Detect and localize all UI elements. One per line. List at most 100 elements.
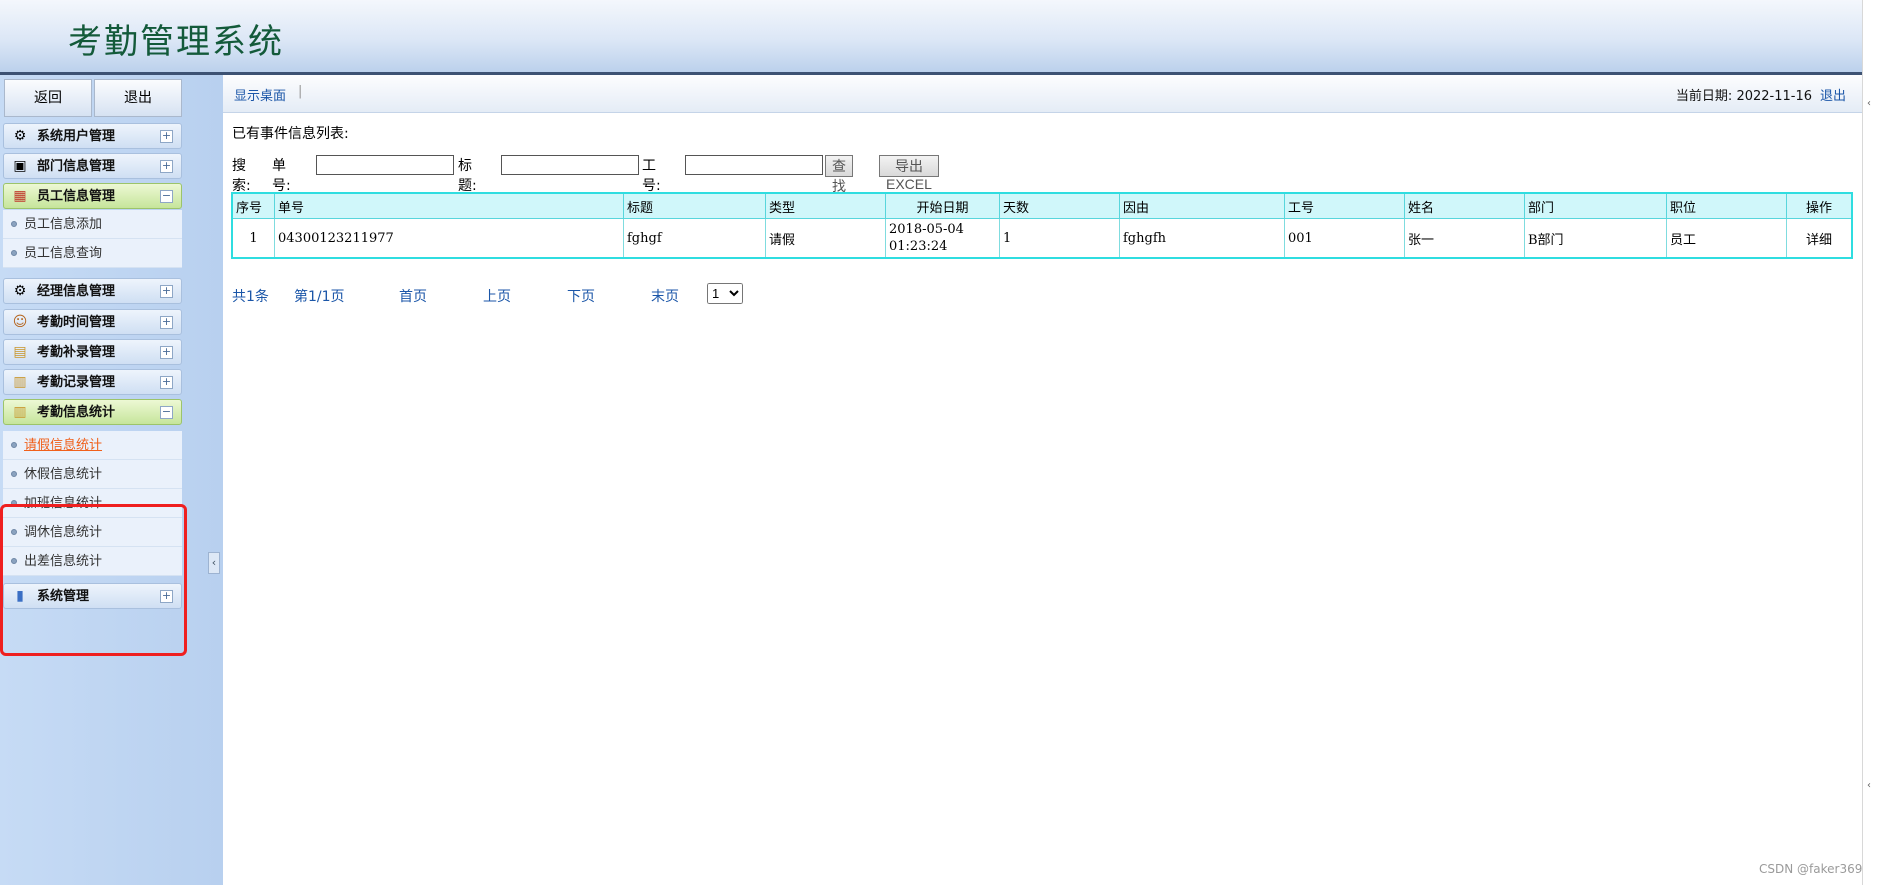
title-input[interactable] bbox=[501, 155, 639, 175]
chart-icon: ▮ bbox=[16, 588, 24, 604]
date-label: 当前日期: bbox=[1675, 89, 1733, 104]
collapse-icon[interactable]: − bbox=[160, 406, 173, 419]
total-count: 共1条 bbox=[232, 289, 269, 305]
sidebar: 返回 退出 ⚙ 系统用户管理 + ▣ 部门信息管理 + ▦ 员工信息管理 − 员… bbox=[0, 75, 223, 885]
column-header: 工号 bbox=[1284, 192, 1405, 219]
bullet-icon bbox=[11, 471, 17, 477]
menu-label: 经理信息管理 bbox=[37, 284, 116, 299]
collapse-icon[interactable]: − bbox=[160, 190, 173, 203]
list-title: 已有事件信息列表: bbox=[232, 126, 349, 142]
column-header: 因由 bbox=[1119, 192, 1285, 219]
gear-icon: ⚙ bbox=[13, 283, 27, 299]
expand-icon[interactable]: + bbox=[160, 285, 173, 298]
menu-label: 考勤信息统计 bbox=[37, 405, 116, 420]
back-button[interactable]: 返回 bbox=[4, 79, 92, 117]
menu-system-users[interactable]: ⚙ 系统用户管理 + bbox=[3, 123, 182, 149]
find-button[interactable]: 查找 bbox=[825, 155, 853, 194]
sidebar-item-employee-add[interactable]: 员工信息添加 bbox=[3, 210, 182, 239]
name-cell: 张一 bbox=[1404, 218, 1525, 259]
clipboard-icon: ▥ bbox=[13, 374, 27, 390]
column-header: 职位 bbox=[1666, 192, 1787, 219]
sidebar-item-label: 请假信息统计 bbox=[24, 438, 103, 453]
prev-page-link[interactable]: 上页 bbox=[483, 286, 511, 306]
user-icon: ☺ bbox=[12, 314, 28, 330]
sidebar-item-employee-query[interactable]: 员工信息查询 bbox=[3, 239, 182, 268]
order-no-input[interactable] bbox=[316, 155, 454, 175]
monitor-icon: ▣ bbox=[13, 158, 27, 174]
sidebar-item-leave-stats[interactable]: 请假信息统计 bbox=[3, 431, 182, 460]
staff-no-input[interactable] bbox=[685, 155, 823, 175]
menu-attendance-record[interactable]: ▥ 考勤记录管理 + bbox=[3, 369, 182, 395]
sidebar-item-label: 员工信息查询 bbox=[24, 246, 103, 261]
reason-cell: fghgfh bbox=[1119, 218, 1285, 259]
export-excel-button[interactable]: 导出EXCEL bbox=[879, 155, 939, 192]
expand-icon[interactable]: + bbox=[160, 376, 173, 389]
scrollbar[interactable]: ‹ ‹ bbox=[1862, 0, 1881, 885]
menu-label: 考勤时间管理 bbox=[37, 315, 116, 330]
menu-attendance-supplement[interactable]: ▤ 考勤补录管理 + bbox=[3, 339, 182, 365]
highlight-box bbox=[0, 504, 187, 656]
expand-icon[interactable]: + bbox=[160, 346, 173, 359]
menu-label: 系统用户管理 bbox=[37, 129, 116, 144]
exit-button[interactable]: 退出 bbox=[94, 79, 182, 117]
menu-label: 考勤记录管理 bbox=[37, 375, 116, 390]
app-title: 考勤管理系统 bbox=[68, 22, 284, 62]
column-header: 姓名 bbox=[1404, 192, 1525, 219]
order-no-label: 单号: bbox=[272, 158, 291, 194]
staff-no-cell: 001 bbox=[1284, 218, 1405, 259]
days-cell: 1 bbox=[999, 218, 1120, 259]
menu-label: 部门信息管理 bbox=[37, 159, 116, 174]
table-row: 1 04300123211977 fghgf 请假 2018-05-04 01:… bbox=[231, 218, 1853, 259]
staff-no-label: 工号: bbox=[642, 158, 661, 194]
current-date: 当前日期: 2022-11-16 bbox=[1676, 85, 1812, 104]
main-content: 显示桌面 | 当前日期: 2022-11-16 退出 已有事件信息列表: 搜索:… bbox=[223, 75, 1862, 885]
menu-system-management[interactable]: ▮ 系统管理 + bbox=[3, 583, 182, 609]
menu-department[interactable]: ▣ 部门信息管理 + bbox=[3, 153, 182, 179]
title-label: 标题: bbox=[458, 158, 477, 194]
next-page-link[interactable]: 下页 bbox=[567, 286, 595, 306]
calendar-icon: ▦ bbox=[13, 188, 27, 204]
date-value: 2022-11-16 bbox=[1736, 89, 1812, 104]
show-desktop-link[interactable]: 显示桌面 bbox=[234, 85, 286, 104]
menu-employee[interactable]: ▦ 员工信息管理 − bbox=[3, 183, 182, 209]
chevron-left-icon: ‹ bbox=[1867, 780, 1871, 791]
event-table: 序号 单号 标题 类型 开始日期 天数 因由 工号 姓名 部门 职位 操作 1 … bbox=[231, 192, 1853, 259]
clipboard-icon: ▥ bbox=[13, 404, 27, 420]
column-header: 单号 bbox=[274, 192, 624, 219]
bullet-icon bbox=[11, 442, 17, 448]
order-no-cell: 04300123211977 bbox=[274, 218, 624, 259]
chevron-left-icon: ‹ bbox=[1867, 98, 1871, 109]
menu-label: 系统管理 bbox=[37, 589, 90, 604]
type-cell: 请假 bbox=[765, 218, 886, 259]
detail-link[interactable]: 详细 bbox=[1786, 218, 1853, 259]
last-page-link[interactable]: 末页 bbox=[651, 286, 679, 306]
menu-label: 员工信息管理 bbox=[37, 189, 116, 204]
column-header: 部门 bbox=[1524, 192, 1667, 219]
page-select[interactable]: 1 bbox=[707, 283, 743, 304]
expand-icon[interactable]: + bbox=[160, 590, 173, 603]
position-cell: 员工 bbox=[1666, 218, 1787, 259]
column-header: 标题 bbox=[623, 192, 766, 219]
column-header: 天数 bbox=[999, 192, 1120, 219]
expand-icon[interactable]: + bbox=[160, 130, 173, 143]
menu-manager[interactable]: ⚙ 经理信息管理 + bbox=[3, 278, 182, 304]
column-header: 类型 bbox=[765, 192, 886, 219]
department-cell: B部门 bbox=[1524, 218, 1667, 259]
bullet-icon bbox=[11, 221, 17, 227]
search-label: 搜索: bbox=[232, 158, 251, 194]
sidebar-item-label: 员工信息添加 bbox=[24, 217, 103, 232]
expand-icon[interactable]: + bbox=[160, 160, 173, 173]
bullet-icon bbox=[11, 250, 17, 256]
sidebar-top-buttons: 返回 退出 bbox=[4, 79, 182, 117]
collapse-sidebar-button[interactable]: ‹ bbox=[208, 552, 220, 574]
sidebar-item-vacation-stats[interactable]: 休假信息统计 bbox=[3, 460, 182, 489]
breadcrumb: 显示桌面 | 当前日期: 2022-11-16 退出 bbox=[223, 75, 1862, 113]
sidebar-item-label: 休假信息统计 bbox=[24, 467, 103, 482]
menu-attendance-stats[interactable]: ▥ 考勤信息统计 − bbox=[3, 399, 182, 425]
expand-icon[interactable]: + bbox=[160, 316, 173, 329]
first-page-link[interactable]: 首页 bbox=[399, 286, 427, 306]
folder-icon: ▤ bbox=[13, 344, 27, 360]
logout-link[interactable]: 退出 bbox=[1820, 85, 1846, 104]
gear-icon: ⚙ bbox=[13, 128, 27, 144]
menu-attendance-time[interactable]: ☺ 考勤时间管理 + bbox=[3, 309, 182, 335]
